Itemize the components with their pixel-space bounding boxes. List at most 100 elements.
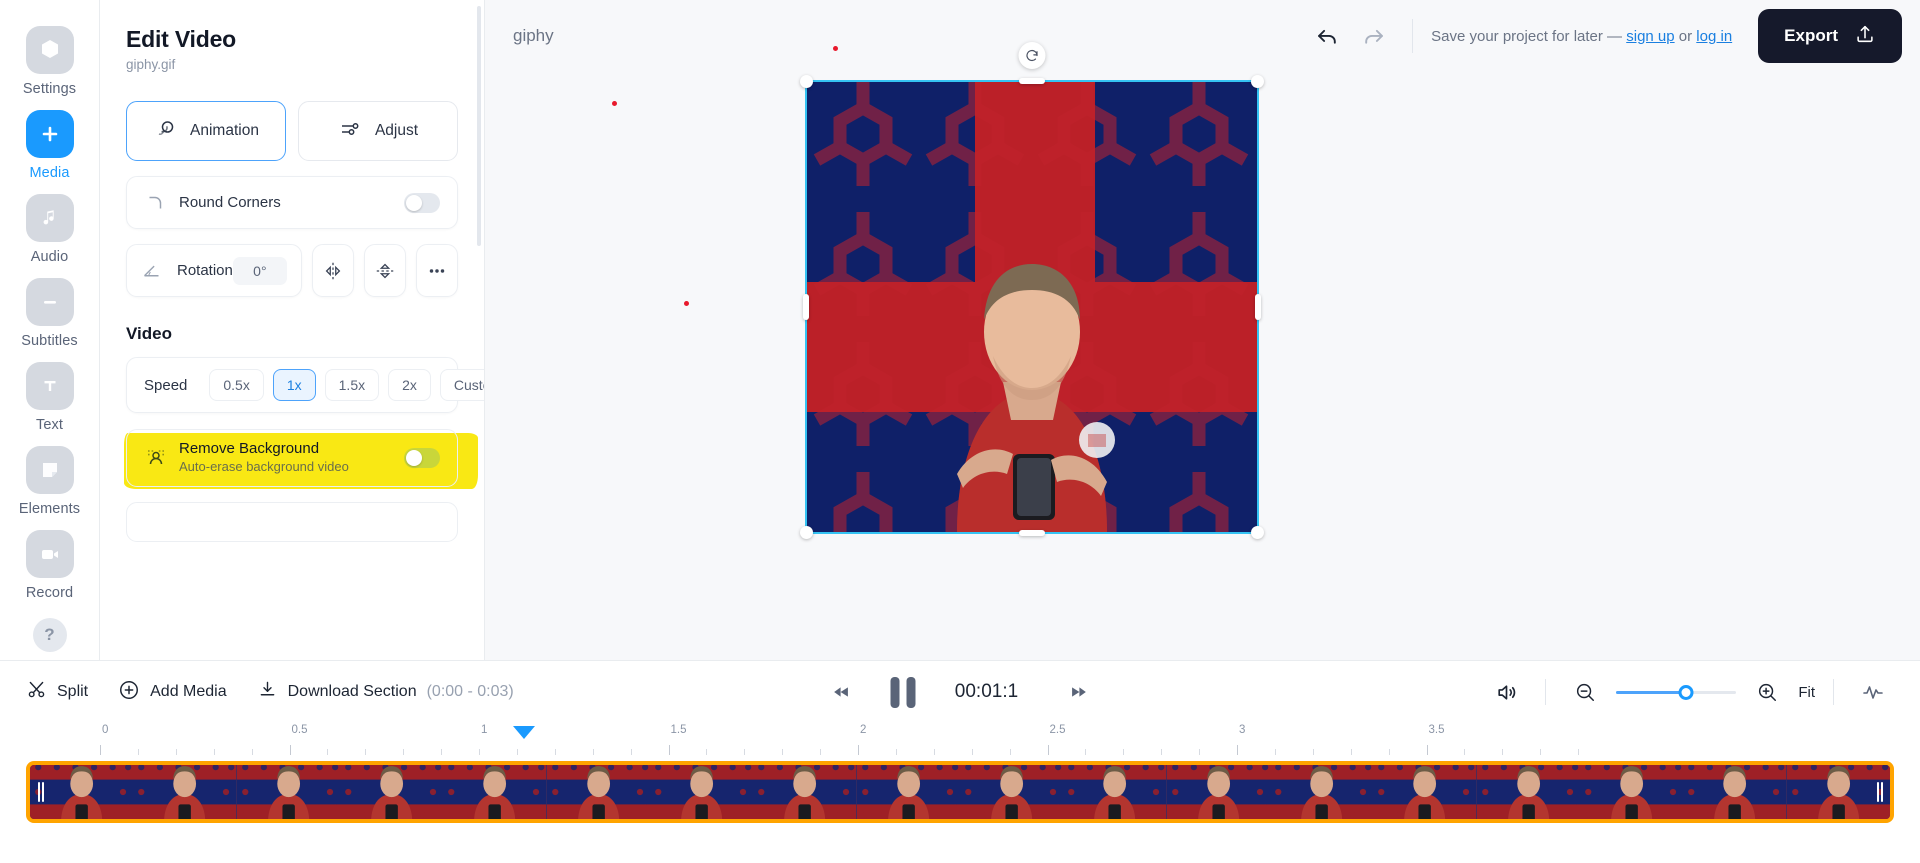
sliders-icon xyxy=(338,117,362,146)
sidebar-item-record[interactable]: Record xyxy=(0,530,99,601)
project-name[interactable]: giphy xyxy=(513,26,554,46)
speed-option-1x[interactable]: 1x xyxy=(272,369,316,401)
sidebar-item-settings[interactable]: Settings xyxy=(0,26,99,97)
filmstrip-frame xyxy=(133,765,237,819)
ruler-tick xyxy=(1123,749,1125,755)
pause-icon[interactable] xyxy=(890,676,916,708)
sidebar-item-media[interactable]: Media xyxy=(0,110,99,181)
ruler-tick xyxy=(327,749,329,755)
add-media-button[interactable]: Add Media xyxy=(118,679,227,706)
download-section-button[interactable]: Download Section (0:00 - 0:03) xyxy=(257,679,514,705)
log-in-link[interactable]: log in xyxy=(1696,28,1732,45)
plus-circle-icon xyxy=(118,679,140,706)
sidebar-item-audio[interactable]: Audio xyxy=(0,194,99,265)
remove-background-row[interactable]: Remove Background Auto-erase background … xyxy=(126,429,458,487)
resize-handle-bottom-left[interactable] xyxy=(800,526,813,539)
ruler-tick xyxy=(668,745,670,755)
sign-up-link[interactable]: sign up xyxy=(1626,28,1674,45)
speed-option-2x[interactable]: 2x xyxy=(388,369,431,401)
panel-scrollbar[interactable] xyxy=(477,6,481,246)
playhead-handle[interactable] xyxy=(513,726,536,739)
annotation-dot xyxy=(833,46,838,51)
filmstrip-frame xyxy=(959,765,1064,819)
flip-horizontal-icon[interactable] xyxy=(311,244,354,297)
redo-arrow-icon[interactable] xyxy=(1352,15,1394,57)
waveform-icon[interactable] xyxy=(1852,671,1894,713)
resize-handle-right[interactable] xyxy=(1255,294,1261,320)
export-button[interactable]: Export xyxy=(1758,9,1902,63)
flip-vertical-icon[interactable] xyxy=(363,244,406,297)
split-button[interactable]: Split xyxy=(26,679,88,705)
timeline-track xyxy=(26,761,1894,827)
ruler-tick xyxy=(1274,749,1276,755)
resize-handle-bottom[interactable] xyxy=(1019,530,1045,536)
skip-forward-icon[interactable] xyxy=(1058,671,1100,713)
zoom-out-icon[interactable] xyxy=(1564,671,1606,713)
resize-handle-left[interactable] xyxy=(803,294,809,320)
timeline-ruler[interactable]: 0 0.5 1 1.5 2 2.5 3 3.5 xyxy=(100,723,1920,755)
clip-filmstrip xyxy=(30,765,1890,819)
sidebar-item-text[interactable]: Text xyxy=(0,362,99,433)
zoom-in-icon[interactable] xyxy=(1746,671,1788,713)
skip-back-icon[interactable] xyxy=(821,671,863,713)
ruler-tick xyxy=(100,745,101,755)
round-corners-toggle[interactable] xyxy=(404,192,440,213)
annotation-dot xyxy=(612,101,617,106)
resize-handle-bottom-right[interactable] xyxy=(1251,526,1264,539)
tab-adjust-label: Adjust xyxy=(374,122,419,139)
timeline: Split Add Media Download Section (0:00 -… xyxy=(0,660,1920,863)
video-preview[interactable] xyxy=(807,82,1257,532)
ruler-tick xyxy=(858,745,859,755)
sidebar-item-subtitles[interactable]: Subtitles xyxy=(0,278,99,349)
ruler-label: 1 xyxy=(481,724,488,736)
filmstrip-frame xyxy=(546,765,650,819)
speed-option-custom[interactable]: Custom xyxy=(439,369,484,401)
timeline-zoom-slider[interactable] xyxy=(1616,683,1737,701)
rotation-control[interactable]: Rotation 0° xyxy=(126,244,302,297)
playback-controls: 00:01:1 xyxy=(821,671,1100,713)
settings-icon xyxy=(25,26,74,74)
volume-icon[interactable] xyxy=(1485,671,1527,713)
save-project-note: Save your project for later — sign up or… xyxy=(1431,28,1732,45)
ruler-tick xyxy=(1502,749,1504,755)
fit-button[interactable]: Fit xyxy=(1798,684,1815,701)
help-label: ? xyxy=(44,625,55,644)
timeline-clip[interactable] xyxy=(26,761,1894,823)
ruler-label: 3 xyxy=(1239,724,1246,736)
tab-animation[interactable]: Animation xyxy=(126,101,286,161)
ruler-tick xyxy=(895,749,897,755)
sidebar-item-elements[interactable]: Elements xyxy=(0,446,99,517)
more-horizontal-icon[interactable] xyxy=(415,244,459,297)
download-icon xyxy=(257,679,278,705)
clip-trim-handle-right[interactable] xyxy=(1875,781,1884,803)
speed-option-1.5x[interactable]: 1.5x xyxy=(324,369,380,401)
ruler-tick xyxy=(1312,749,1314,755)
resize-handle-top-left[interactable] xyxy=(800,75,813,88)
resize-handle-top[interactable] xyxy=(1019,78,1045,84)
speed-option-0.5x[interactable]: 0.5x xyxy=(209,369,264,401)
page-title: Edit Video xyxy=(126,26,237,52)
top-toolbar: giphy Save your project for later — sign… xyxy=(485,0,1920,72)
tab-adjust[interactable]: Adjust xyxy=(298,101,458,161)
ruler-tick xyxy=(137,749,139,755)
ruler-tick xyxy=(554,749,556,755)
next-option-row[interactable] xyxy=(126,502,458,542)
remove-background-toggle[interactable] xyxy=(404,448,440,468)
help-icon[interactable]: ? xyxy=(32,618,67,652)
rotate-icon[interactable] xyxy=(1018,42,1046,69)
clip-trim-handle-left[interactable] xyxy=(36,781,45,803)
ruler-tick xyxy=(1464,749,1466,755)
round-corners-row[interactable]: Round Corners xyxy=(126,176,458,229)
filmstrip-frame xyxy=(1683,765,1787,819)
controls-divider xyxy=(1833,679,1834,705)
controls-divider xyxy=(1545,679,1547,705)
speed-label: Speed xyxy=(144,376,188,394)
undo-arrow-icon[interactable] xyxy=(1306,15,1348,57)
ruler-tick xyxy=(1578,749,1580,755)
plus-icon xyxy=(25,110,74,158)
ruler-tick xyxy=(1540,749,1542,755)
panel-tabs: Animation Adjust xyxy=(126,101,458,161)
selected-media-frame[interactable] xyxy=(800,42,1264,539)
resize-handle-top-right[interactable] xyxy=(1251,75,1264,88)
rotation-value[interactable]: 0° xyxy=(232,256,287,285)
